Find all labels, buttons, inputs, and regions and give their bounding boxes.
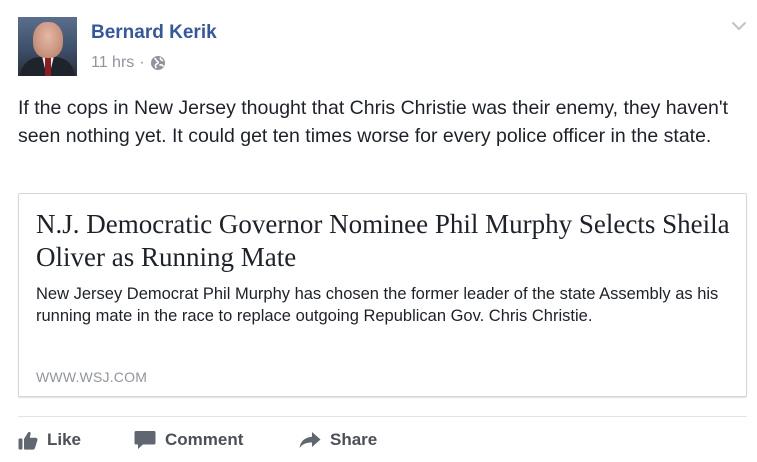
like-button[interactable]: Like xyxy=(18,428,81,452)
comment-icon xyxy=(134,431,156,449)
thumbs-up-icon xyxy=(18,431,38,450)
author-avatar[interactable] xyxy=(18,17,77,76)
comment-button[interactable]: Comment xyxy=(134,428,243,452)
chevron-down-icon[interactable] xyxy=(730,19,748,33)
link-description: New Jersey Democrat Phil Murphy has chos… xyxy=(36,285,719,325)
author-name[interactable]: Bernard Kerik xyxy=(91,22,217,44)
post-text: If the cops in New Jersey thought that C… xyxy=(18,97,729,147)
like-label: Like xyxy=(47,430,82,449)
comment-label: Comment xyxy=(165,430,244,449)
share-label: Share xyxy=(330,430,378,449)
avatar-face xyxy=(33,22,63,58)
post-timestamp[interactable]: 11 hrs xyxy=(91,54,134,72)
link-domain: WWW.WSJ.COM xyxy=(36,369,148,385)
post-meta: 11 hrs · xyxy=(91,53,166,73)
link-preview-card[interactable]: N.J. Democratic Governor Nominee Phil Mu… xyxy=(18,193,747,397)
meta-separator: · xyxy=(139,54,145,71)
actions-divider xyxy=(18,416,747,417)
globe-icon[interactable] xyxy=(150,55,166,71)
share-button[interactable]: Share xyxy=(299,428,377,452)
post-actions-bar: Like Comment Share xyxy=(18,428,747,452)
avatar-tie xyxy=(45,58,51,76)
facebook-post: Bernard Kerik 11 hrs · If the cops in Ne… xyxy=(0,0,757,462)
share-arrow-icon xyxy=(299,432,321,448)
link-title[interactable]: N.J. Democratic Governor Nominee Phil Mu… xyxy=(36,208,736,274)
